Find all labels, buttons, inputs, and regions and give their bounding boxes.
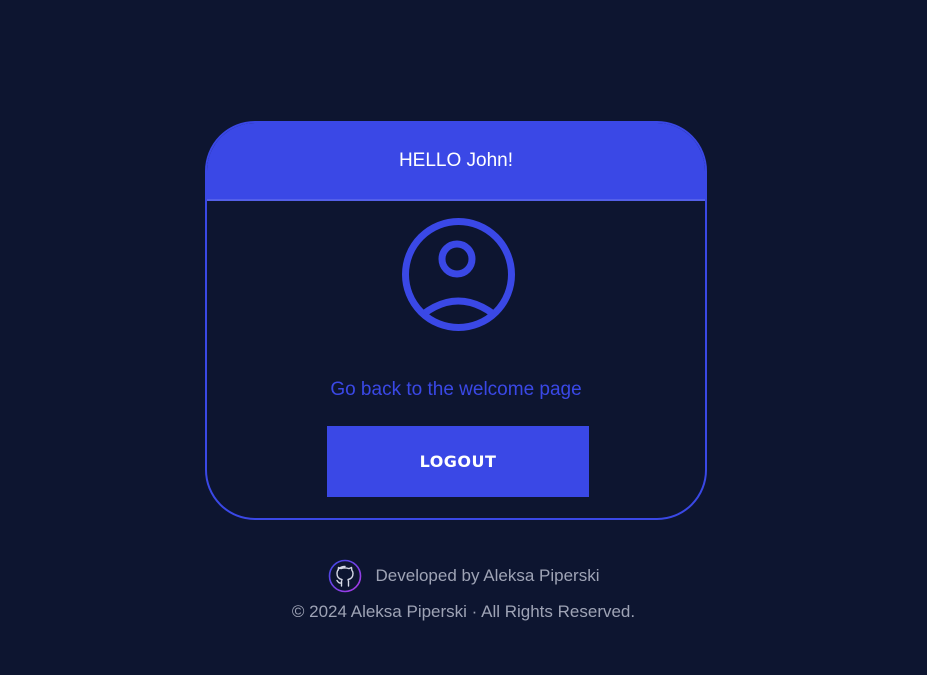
card-header: HELLO John! (207, 123, 705, 201)
developer-credit-text: Developed by Aleksa Piperski (375, 566, 600, 585)
user-circle-icon (402, 218, 515, 331)
developer-credit: Developed by Aleksa Piperski (0, 559, 927, 593)
profile-card: HELLO John! Go back to the welcome page … (205, 121, 707, 520)
logout-button[interactable]: LOGOUT (327, 426, 589, 497)
greeting-text: HELLO John! (398, 150, 514, 171)
copyright-text: © 2024 Aleksa Piperski · All Rights Rese… (291, 602, 636, 621)
github-icon[interactable] (328, 559, 362, 593)
welcome-page-link[interactable]: Go back to the welcome page (207, 379, 705, 401)
